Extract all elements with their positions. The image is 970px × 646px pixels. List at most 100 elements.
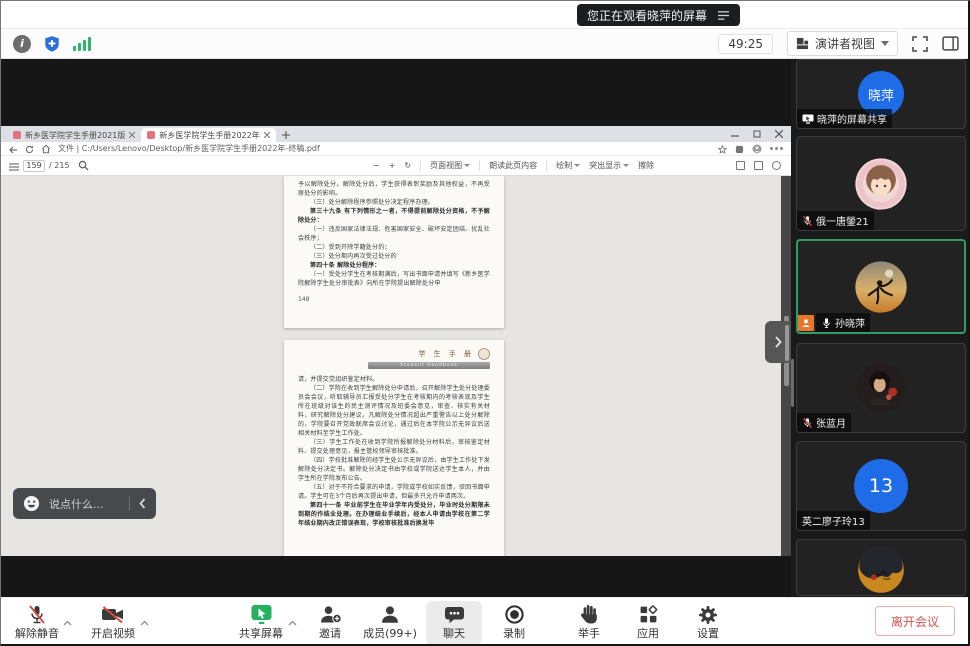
share-options-chevron[interactable] — [288, 611, 297, 630]
participant-tile-speaking[interactable]: 孙晓萍 — [796, 239, 966, 334]
screen-share-icon — [802, 114, 814, 124]
chevron-left-icon[interactable] — [139, 498, 146, 509]
new-tab-button[interactable] — [282, 131, 290, 139]
tab-close-icon[interactable] — [129, 132, 135, 138]
page-view-button[interactable]: 页面视图 — [430, 160, 470, 171]
viewer-banner-text: 您正在观看晓萍的屏幕 — [587, 7, 707, 24]
invite-icon — [319, 604, 342, 625]
minimize-icon[interactable] — [731, 130, 739, 138]
pdf-page-input[interactable]: 159 — [23, 160, 45, 172]
host-badge-icon — [798, 315, 814, 331]
participant-tile-screen-share[interactable]: 晓萍 晓萍的屏幕共享 — [796, 59, 966, 129]
tab-close-icon[interactable] — [264, 132, 270, 138]
browser-tab-active[interactable]: 新乡医学院学生手册2022年 — [141, 128, 275, 142]
chat-icon — [444, 604, 465, 625]
chevron-down-icon — [881, 41, 889, 46]
toolbar-left-group: i — [1, 35, 91, 53]
start-video-button[interactable]: 开启视频 — [85, 601, 141, 645]
camera-off-icon — [101, 604, 125, 625]
pdf-scrollbar[interactable] — [781, 176, 791, 556]
zoom-out-button[interactable]: − — [373, 161, 380, 170]
save-icon[interactable] — [754, 161, 763, 170]
participant-tile[interactable] — [796, 539, 966, 596]
mic-on-icon — [821, 317, 832, 329]
meeting-info-icon[interactable]: i — [13, 35, 31, 53]
read-aloud-button[interactable]: 朗读此页内容 — [489, 160, 537, 171]
emoji-smiley-icon[interactable] — [23, 495, 40, 512]
share-scroll-thumb[interactable] — [785, 325, 789, 361]
anime-character-avatar — [857, 546, 905, 594]
erase-button[interactable]: 擦除 — [638, 160, 654, 171]
mic-muted-icon — [802, 215, 813, 227]
close-icon[interactable] — [775, 130, 783, 138]
pdf-actions-group — [736, 161, 781, 170]
pdf-page-total: / 215 — [49, 161, 70, 170]
video-options-chevron[interactable] — [140, 611, 149, 630]
raise-hand-icon — [580, 604, 598, 625]
side-panel-toggle-button[interactable] — [942, 36, 959, 51]
divider — [129, 496, 130, 511]
members-button[interactable]: 成员(99+) — [358, 601, 422, 645]
window-controls — [731, 126, 787, 142]
meeting-toolbar: i 49:25 演讲者视图 — [1, 28, 970, 59]
participant-tile[interactable]: 张蓝月 — [796, 343, 966, 433]
pdf-settings-icon[interactable] — [772, 161, 781, 170]
cartoon-girl-avatar — [854, 157, 908, 211]
participant-tile[interactable]: 俄一唐鎣21 — [796, 136, 966, 231]
pdf-menu-icon[interactable] — [9, 156, 19, 175]
fullscreen-button[interactable] — [912, 36, 928, 52]
record-icon — [504, 604, 525, 625]
browser-tab[interactable]: 新乡医学院学生手册2021版 — [7, 128, 141, 142]
highlight-button[interactable]: 突出显示 — [589, 160, 629, 171]
apps-button[interactable]: 应用 — [620, 601, 676, 645]
pdf-search-icon[interactable] — [78, 156, 89, 175]
pdf-file-icon — [147, 131, 155, 139]
toolbar-right-group: 49:25 演讲者视图 — [718, 31, 970, 56]
meeting-window: 您正在观看晓萍的屏幕 i 49:25 演讲者视图 — [0, 0, 970, 646]
participants-panel: 晓萍 晓萍的屏幕共享 — [791, 59, 970, 597]
banner-menu-icon[interactable] — [717, 10, 730, 21]
share-screen-button[interactable]: 共享屏幕 — [233, 601, 289, 645]
settings-button[interactable]: 设置 — [680, 601, 736, 645]
participants-scroll-thumb[interactable] — [791, 359, 794, 407]
page-number: 148 — [298, 296, 490, 303]
record-button[interactable]: 录制 — [486, 601, 542, 645]
draw-button[interactable]: 绘制 — [556, 160, 580, 171]
page-header: 学 生 手 册 — [298, 348, 490, 360]
pdf-page-2: 学 生 手 册 Student Handbook 请，并提交党组织鉴定材料。 （… — [284, 340, 504, 556]
security-shield-icon[interactable] — [43, 35, 61, 53]
chat-input-placeholder[interactable]: 说点什么... — [49, 496, 120, 512]
invite-button[interactable]: 邀请 — [302, 601, 358, 645]
unmute-button[interactable]: 解除静音 — [9, 601, 65, 645]
raise-hand-button[interactable]: 举手 — [561, 601, 617, 645]
viewer-banner: 您正在观看晓萍的屏幕 — [577, 4, 740, 26]
woman-portrait-avatar — [855, 362, 907, 414]
address-url[interactable]: 文件 | C:/Users/Lenovo/Desktop/新乡医学院学生手册20… — [58, 143, 320, 154]
chat-button[interactable]: 聊天 — [426, 601, 482, 645]
handbook-subtitle: Student Handbook — [400, 363, 458, 368]
participant-tile[interactable]: 13 英二廖子玲13 — [796, 441, 966, 531]
handbook-title: 学 生 手 册 — [418, 349, 474, 359]
members-icon — [380, 604, 400, 625]
leave-meeting-button[interactable]: 离开会议 — [875, 606, 955, 636]
zoom-in-button[interactable]: + — [389, 161, 396, 170]
rotate-button[interactable]: ↻ — [404, 161, 411, 170]
layout-grid-icon — [796, 37, 809, 50]
view-mode-selector[interactable]: 演讲者视图 — [787, 31, 898, 56]
apps-icon — [639, 604, 658, 625]
browser-tab-bar: 新乡医学院学生手册2021版 新乡医学院学生手册2022年 — [1, 126, 791, 142]
print-icon[interactable] — [736, 161, 745, 170]
avatar: 13 — [854, 459, 908, 513]
chat-overlay[interactable]: 说点什么... — [13, 488, 156, 519]
header-band: Student Handbook — [368, 362, 490, 369]
settings-gear-icon — [698, 604, 718, 625]
screen-share-icon — [250, 604, 273, 625]
network-signal-icon — [73, 37, 91, 51]
pdf-file-icon — [13, 131, 21, 139]
restore-icon[interactable] — [753, 130, 761, 138]
more-menu-icon[interactable] — [770, 147, 783, 150]
audio-options-chevron[interactable] — [63, 611, 72, 630]
mic-muted-icon — [27, 604, 47, 625]
browser-address-bar: 文件 | C:/Users/Lenovo/Desktop/新乡医学院学生手册20… — [1, 142, 791, 156]
mic-muted-icon — [802, 417, 813, 429]
